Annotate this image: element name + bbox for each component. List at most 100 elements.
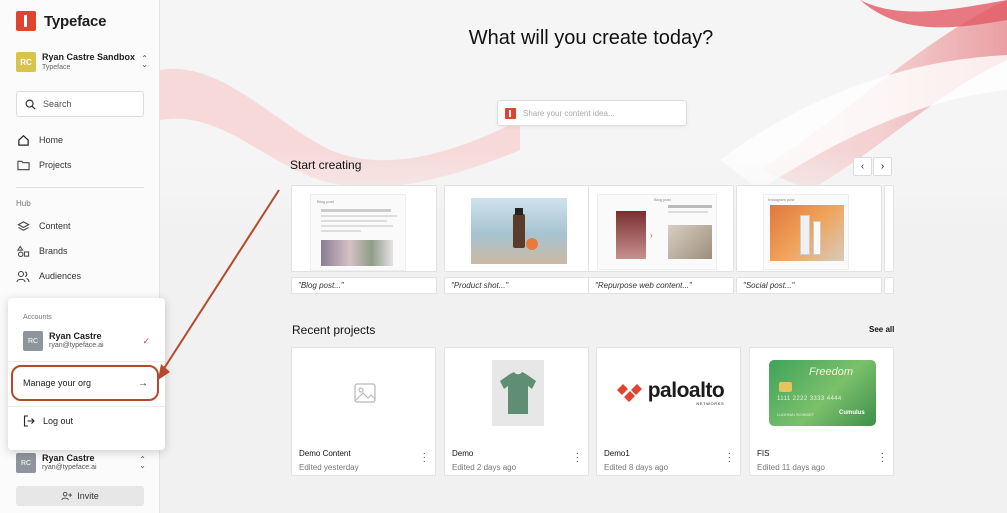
content-idea-placeholder: Share your content idea... bbox=[523, 108, 615, 118]
chevron-left-icon: ‹ bbox=[860, 161, 865, 172]
template-caption-partial bbox=[884, 277, 894, 294]
see-all-link[interactable]: See all bbox=[869, 325, 894, 334]
repurpose-preview: Blog post › bbox=[597, 194, 717, 270]
project-edited: Edited 2 days ago bbox=[452, 463, 517, 472]
image-placeholder-icon bbox=[353, 383, 376, 403]
recent-projects-title: Recent projects bbox=[292, 323, 376, 337]
nav-divider bbox=[16, 187, 144, 188]
main-content: What will you create today? Share your c… bbox=[160, 0, 1007, 513]
project-card[interactable]: Demo Edited 2 days ago · · · bbox=[444, 347, 589, 476]
project-card[interactable]: Freedom 1111 2222 3333 4444 LUGHNAI SCHM… bbox=[749, 347, 894, 476]
workspace-name: Ryan Castre Sandbox bbox=[42, 52, 136, 62]
project-name: Demo1 bbox=[604, 449, 630, 458]
brand-name: Typeface bbox=[44, 12, 107, 30]
nav-label-projects: Projects bbox=[39, 160, 72, 170]
workspace-subtitle: Typeface bbox=[42, 64, 71, 71]
chevron-right-icon: › bbox=[880, 161, 885, 172]
nav-label-home: Home bbox=[39, 135, 64, 145]
nav-section-hub: Hub bbox=[16, 199, 31, 208]
users-icon bbox=[16, 269, 30, 283]
brand[interactable]: Typeface bbox=[16, 11, 107, 31]
start-creating-title: Start creating bbox=[290, 158, 362, 172]
invite-button[interactable]: Invite bbox=[16, 486, 144, 506]
project-name: Demo Content bbox=[299, 449, 351, 458]
project-thumbnail: paloalto NETWORKS bbox=[597, 348, 742, 438]
project-name: Demo bbox=[452, 449, 474, 458]
search-input[interactable]: Search bbox=[16, 91, 144, 117]
menu-divider bbox=[8, 406, 165, 407]
typeface-logo-icon bbox=[505, 107, 516, 119]
project-edited: Edited 8 days ago bbox=[604, 463, 669, 472]
search-placeholder: Search bbox=[43, 99, 72, 109]
nav-label-audiences: Audiences bbox=[39, 271, 82, 281]
template-tag: Blog post bbox=[317, 199, 334, 204]
more-vertical-icon[interactable]: · · · bbox=[576, 449, 579, 467]
project-edited: Edited yesterday bbox=[299, 463, 359, 472]
project-card[interactable]: paloalto NETWORKS Demo1 Edited 8 days ag… bbox=[596, 347, 741, 476]
more-vertical-icon[interactable]: · · · bbox=[728, 449, 731, 467]
user-email: ryan@typeface.ai bbox=[42, 464, 97, 472]
template-card-repurpose[interactable]: Blog post › bbox=[588, 185, 734, 272]
project-card[interactable]: Demo Content Edited yesterday · · · bbox=[291, 347, 436, 476]
nav-label-brands: Brands bbox=[39, 246, 68, 256]
accounts-label: Accounts bbox=[23, 314, 52, 321]
nav-item-audiences[interactable]: Audiences bbox=[16, 269, 81, 283]
workspace-switcher[interactable]: RC Ryan Castre Sandbox Typeface ⌃ ⌄ bbox=[16, 52, 148, 72]
more-vertical-icon[interactable]: · · · bbox=[423, 449, 426, 467]
project-thumbnail: Freedom 1111 2222 3333 4444 LUGHNAI SCHM… bbox=[750, 348, 895, 438]
template-card-partial[interactable] bbox=[884, 185, 894, 272]
paloalto-wordmark: paloalto bbox=[647, 379, 725, 402]
paloalto-logo: paloalto NETWORKS bbox=[615, 380, 725, 406]
chevron-updown-icon: ⌃ ⌄ bbox=[139, 455, 146, 470]
page-title: What will you create today? bbox=[468, 27, 714, 49]
carousel-prev-button[interactable]: ‹ bbox=[853, 157, 872, 176]
nav-item-brands[interactable]: Brands bbox=[16, 244, 68, 258]
typeface-logo-icon bbox=[16, 11, 36, 31]
avatar: RC bbox=[16, 453, 36, 473]
account-email: ryan@typeface.ai bbox=[49, 342, 104, 350]
blog-image bbox=[321, 240, 393, 266]
manage-org-button[interactable]: Manage your org → bbox=[11, 365, 159, 401]
card-chip-icon bbox=[779, 382, 792, 392]
user-name: Ryan Castre bbox=[42, 453, 95, 464]
card-title: Freedom bbox=[809, 366, 854, 378]
card-issuer: Cumulus bbox=[839, 410, 865, 416]
home-icon bbox=[16, 133, 30, 147]
chevron-updown-icon: ⌃ ⌄ bbox=[141, 54, 148, 69]
account-item[interactable]: RC Ryan Castre ryan@typeface.ai ✓ bbox=[23, 331, 150, 351]
workspace-avatar: RC bbox=[16, 52, 36, 72]
template-tag: Instagram post bbox=[768, 197, 795, 202]
logout-button[interactable]: Log out bbox=[23, 415, 73, 427]
menu-divider bbox=[8, 361, 165, 362]
template-caption: "Blog post..." bbox=[291, 277, 437, 294]
tshirt-image bbox=[491, 360, 544, 426]
template-caption: "Social post..." bbox=[736, 277, 882, 294]
paloalto-mark-icon bbox=[616, 384, 642, 402]
folder-icon bbox=[16, 158, 30, 172]
arrow-right-icon: → bbox=[138, 377, 148, 389]
template-tag: Blog post bbox=[654, 197, 671, 202]
account-menu-popover: Accounts RC Ryan Castre ryan@typeface.ai… bbox=[8, 298, 165, 450]
nav-item-home[interactable]: Home bbox=[16, 133, 63, 147]
more-vertical-icon[interactable]: · · · bbox=[881, 449, 884, 467]
card-holder: LUGHNAI SCHMIDT bbox=[777, 412, 815, 417]
project-thumbnail bbox=[445, 348, 590, 438]
product-image bbox=[471, 198, 567, 264]
credit-card-image: Freedom 1111 2222 3333 4444 LUGHNAI SCHM… bbox=[769, 360, 876, 426]
content-idea-input[interactable]: Share your content idea... bbox=[497, 100, 687, 126]
template-card-blog[interactable]: Blog post bbox=[291, 185, 437, 272]
layers-icon bbox=[16, 219, 30, 233]
search-icon bbox=[25, 99, 36, 110]
template-card-social[interactable]: Instagram post bbox=[736, 185, 882, 272]
shapes-icon bbox=[16, 244, 30, 258]
project-name: FIS bbox=[757, 449, 770, 458]
add-user-icon bbox=[61, 491, 73, 501]
template-card-product[interactable] bbox=[444, 185, 590, 272]
manage-org-label: Manage your org bbox=[23, 378, 92, 388]
account-switcher[interactable]: RC Ryan Castre ryan@typeface.ai ⌃ ⌄ bbox=[16, 453, 146, 473]
nav-item-projects[interactable]: Projects bbox=[16, 158, 72, 172]
nav-item-content[interactable]: Content bbox=[16, 219, 71, 233]
avatar: RC bbox=[23, 331, 43, 351]
carousel-next-button[interactable]: › bbox=[873, 157, 892, 176]
template-caption: "Repurpose web content..." bbox=[588, 277, 734, 294]
